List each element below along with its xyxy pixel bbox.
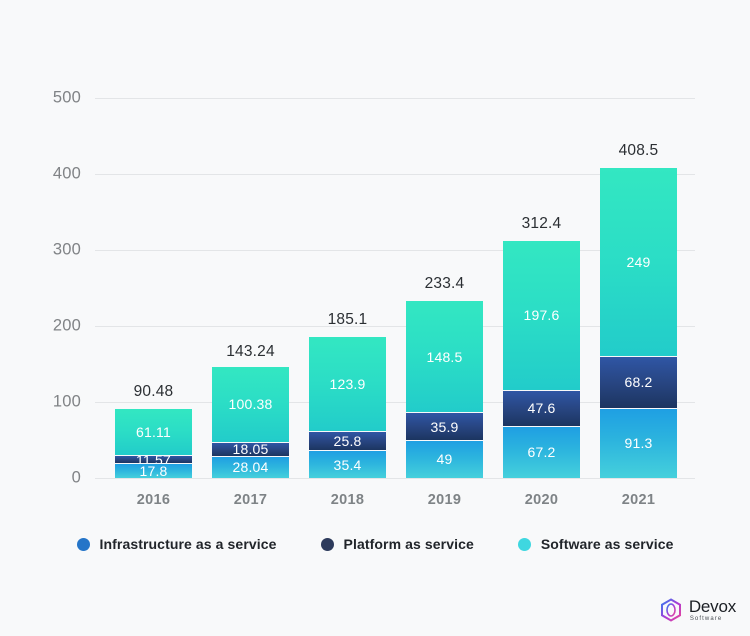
bar-segment[interactable]: 123.9 [309,337,386,432]
chart-legend: Infrastructure as a service Platform as s… [0,536,750,552]
y-axis-tick-label: 0 [71,468,81,487]
bar-segment[interactable]: 91.3 [600,408,677,478]
logo-name: Devox [688,597,736,616]
bar-segment[interactable]: 68.2 [600,356,677,409]
legend-label: Software as service [540,536,674,552]
bar-group[interactable]: 17.8 11.57 61.11 [115,409,192,478]
bar-segment[interactable]: 100.38 [212,366,289,443]
x-axis-tick-label: 2021 [621,492,656,508]
y-axis-tick-label: 200 [52,316,81,335]
bar-total-label: 143.24 [226,343,275,361]
bar-segment[interactable]: 67.2 [503,426,580,478]
bar-segment[interactable]: 17.8 [115,464,192,478]
bar-group[interactable]: 28.04 18.05 100.38 [212,366,289,478]
x-axis-tick-label: 2016 [136,492,171,508]
bar-segment[interactable]: 35.4 [309,451,386,478]
x-axis-tick-label: 2018 [330,492,365,508]
bar-total-label: 90.48 [133,383,174,401]
bar-total-label: 408.5 [618,141,659,159]
bar-segment[interactable]: 197.6 [503,240,580,391]
x-axis: 2016 2017 2018 2019 2020 2021 [95,492,695,516]
y-axis-tick-label: 100 [52,392,81,411]
bar-total-label: 312.4 [521,214,562,232]
logo-wordmark: Devox Software [689,598,736,622]
bar-segment[interactable]: 249 [600,167,677,357]
bar-segment[interactable]: 47.6 [503,390,580,427]
x-axis-tick-label: 2019 [427,492,462,508]
legend-label: Platform as service [343,536,474,552]
legend-color-swatch-icon [320,537,334,551]
logo-subtitle: Software [689,616,723,622]
bar-group[interactable]: 91.3 68.2 249 [600,167,677,478]
bar-total-label: 185.1 [327,311,368,329]
bar-segment[interactable]: 28.04 [212,456,289,478]
devox-logo: Devox Software [659,598,736,622]
legend-item[interactable]: Platform as service [320,536,474,552]
x-axis-tick-label: 2020 [524,492,559,508]
bars-layer: 17.8 11.57 61.11 90.48 28.04 18.05 100.38 143.2… [95,98,695,478]
bar-segment[interactable]: 18.05 [212,443,289,457]
bar-segment[interactable]: 49 [406,440,483,478]
devox-hexagon-icon [660,598,681,622]
legend-label: Infrastructure as a service [99,536,277,552]
bar-total-label: 233.4 [424,274,465,292]
bar-group[interactable]: 49 35.9 148.5 [406,300,483,478]
bar-group[interactable]: 35.4 25.8 123.9 [309,337,386,478]
bar-segment[interactable]: 61.11 [115,409,192,456]
gridline [95,478,695,479]
legend-color-swatch-icon [76,537,90,551]
y-axis-tick-label: 300 [52,240,81,259]
bar-group[interactable]: 67.2 47.6 197.6 [503,240,580,478]
y-axis-tick-label: 500 [52,88,81,107]
bar-segment[interactable]: 25.8 [309,431,386,452]
legend-item[interactable]: Infrastructure as a service [76,536,277,552]
bar-segment[interactable]: 35.9 [406,413,483,441]
bar-segment[interactable]: 148.5 [406,300,483,414]
legend-item[interactable]: Software as service [517,536,674,552]
legend-color-swatch-icon [517,537,531,551]
chart-container: 0 100 200 300 400 500 17.8 11.57 61.11 90.48 28.0… [0,0,750,636]
y-axis-tick-label: 400 [52,164,81,183]
bar-segment[interactable]: 11.57 [115,455,192,465]
x-axis-tick-label: 2017 [233,492,268,508]
